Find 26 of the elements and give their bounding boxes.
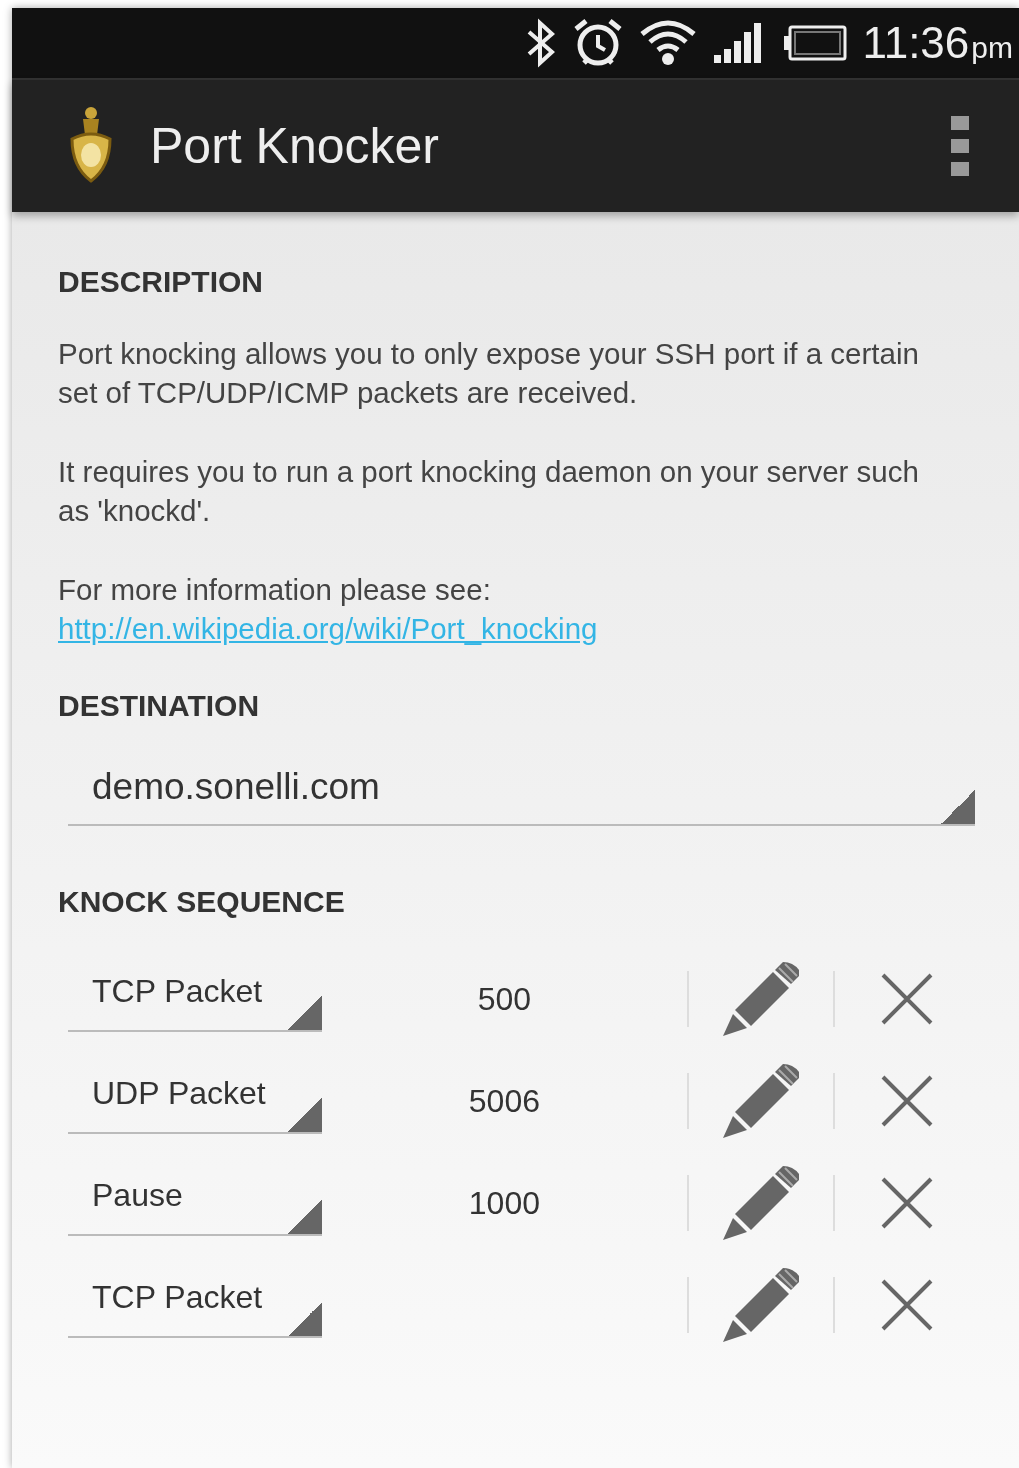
packet-type-dropdown[interactable]: TCP Packet [68, 966, 322, 1032]
port-value: 1000 [468, 1184, 540, 1221]
delete-x-icon[interactable] [881, 1075, 933, 1127]
description-text: Port knocking allows you to only expose your SSH port if a certain set of TCP/UDP/ICMP packets are received. [58, 336, 920, 411]
edit-pencil-icon[interactable] [722, 1064, 799, 1138]
description-text: It requires you to run a port knocking daemon on your server such as 'knockd'. [58, 454, 920, 529]
overflow-menu-icon[interactable] [951, 116, 969, 176]
destination-dropdown[interactable]: demo.sonelli.com [68, 762, 975, 826]
packet-type-dropdown[interactable]: Pause [68, 1170, 322, 1236]
delete-x-icon[interactable] [881, 1279, 933, 1331]
edit-pencil-icon[interactable] [722, 962, 799, 1036]
battery-icon [782, 23, 849, 63]
port-value: 500 [477, 980, 532, 1017]
clock-time: 11:36pm [862, 18, 1013, 68]
packet-type-dropdown[interactable]: TCP Packet [68, 1272, 322, 1338]
delete-x-icon[interactable] [881, 973, 933, 1025]
packet-type-dropdown[interactable]: UDP Packet [68, 1068, 322, 1134]
section-heading: DESTINATION [58, 688, 261, 724]
edit-pencil-icon[interactable] [722, 1166, 799, 1240]
description-text: For more information please see: [58, 572, 492, 608]
port-value: 5006 [468, 1082, 540, 1119]
edit-pencil-icon[interactable] [722, 1268, 799, 1342]
section-heading: DESCRIPTION [58, 264, 265, 300]
app-title: Port Knocker [150, 117, 440, 175]
section-heading: KNOCK SEQUENCE [58, 884, 346, 920]
delete-x-icon[interactable] [881, 1177, 933, 1229]
